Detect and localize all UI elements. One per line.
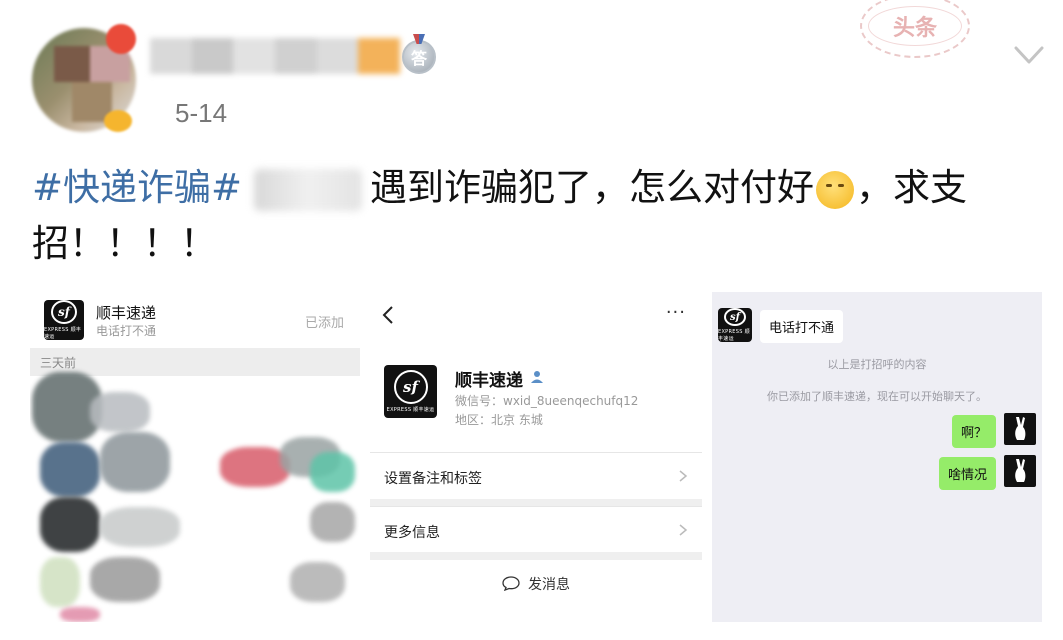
toutiao-stamp-logo: 头条 xyxy=(860,0,970,58)
post-text-after-emoji: ，求支 xyxy=(856,166,968,209)
screenshot-contact-profile[interactable]: ··· sf EXPRESS 顺丰速运 顺丰速递 微信号：wxid_8ueenq… xyxy=(370,292,702,622)
username-redacted[interactable] xyxy=(150,38,401,74)
hashtag-link[interactable]: #快递诈骗# xyxy=(32,166,242,209)
system-message: 你已添加了顺丰速递，现在可以开始聊天了。 xyxy=(767,390,987,403)
outgoing-message[interactable]: 啊？ xyxy=(951,415,996,448)
screenshot-chat[interactable]: sf EXPRESS 顺丰速运 电话打不通 以上是打招呼的内容 你已添加了顺丰速… xyxy=(712,292,1042,622)
post-body: #快递诈骗# 遇到诈骗犯了，怎么对付好 ，求支 招！！！！ xyxy=(32,160,1032,272)
sf-express-logo: sf EXPRESS 顺丰速运 xyxy=(384,365,437,418)
chevron-right-icon xyxy=(679,524,688,536)
chat-bubble-icon xyxy=(502,576,520,591)
answer-medal-icon: 答 xyxy=(402,40,436,74)
more-info-row[interactable]: 更多信息 xyxy=(370,506,702,554)
post-date: 5-14 xyxy=(175,98,228,128)
post-text-line2: 招！！！！ xyxy=(32,222,217,265)
user-chat-avatar[interactable] xyxy=(1004,455,1036,487)
profile-name: 顺丰速递 xyxy=(455,371,523,391)
contact-row[interactable]: sf EXPRESS 顺丰速运 顺丰速递 电话打不通 已添加 xyxy=(30,292,360,348)
avatar-badge xyxy=(106,24,136,54)
contact-name: 顺丰速递 xyxy=(96,304,157,322)
screenshot-contact-list[interactable]: sf EXPRESS 顺丰速运 顺丰速递 电话打不通 已添加 三天前 xyxy=(30,292,360,622)
redacted-text xyxy=(254,168,363,211)
user-chat-avatar[interactable] xyxy=(1004,413,1036,445)
system-message: 以上是打招呼的内容 xyxy=(827,358,927,371)
incoming-message[interactable]: 电话打不通 xyxy=(760,310,844,343)
outgoing-message[interactable]: 啥情况 xyxy=(938,457,996,490)
wechat-id: 微信号：wxid_8ueenqechufq12 xyxy=(455,394,639,408)
person-icon xyxy=(531,371,543,383)
back-arrow-icon[interactable] xyxy=(380,304,396,326)
sf-express-avatar: sf EXPRESS 顺丰速运 xyxy=(718,308,752,342)
remark-tags-row[interactable]: 设置备注和标签 xyxy=(370,452,702,500)
post-text-line1: 遇到诈骗犯了，怎么对付好 xyxy=(370,166,815,209)
added-label: 已添加 xyxy=(304,316,344,331)
shushing-face-emoji-icon xyxy=(816,170,855,209)
sf-express-logo: sf EXPRESS 顺丰速运 xyxy=(44,300,84,340)
region: 地区：北京 东城 xyxy=(455,413,543,427)
contact-status: 电话打不通 xyxy=(96,324,157,338)
chevron-right-icon xyxy=(679,470,688,482)
more-options-icon[interactable]: ··· xyxy=(666,302,686,323)
chevron-down-icon[interactable] xyxy=(1012,38,1046,72)
avatar-badge-secondary xyxy=(104,110,132,132)
